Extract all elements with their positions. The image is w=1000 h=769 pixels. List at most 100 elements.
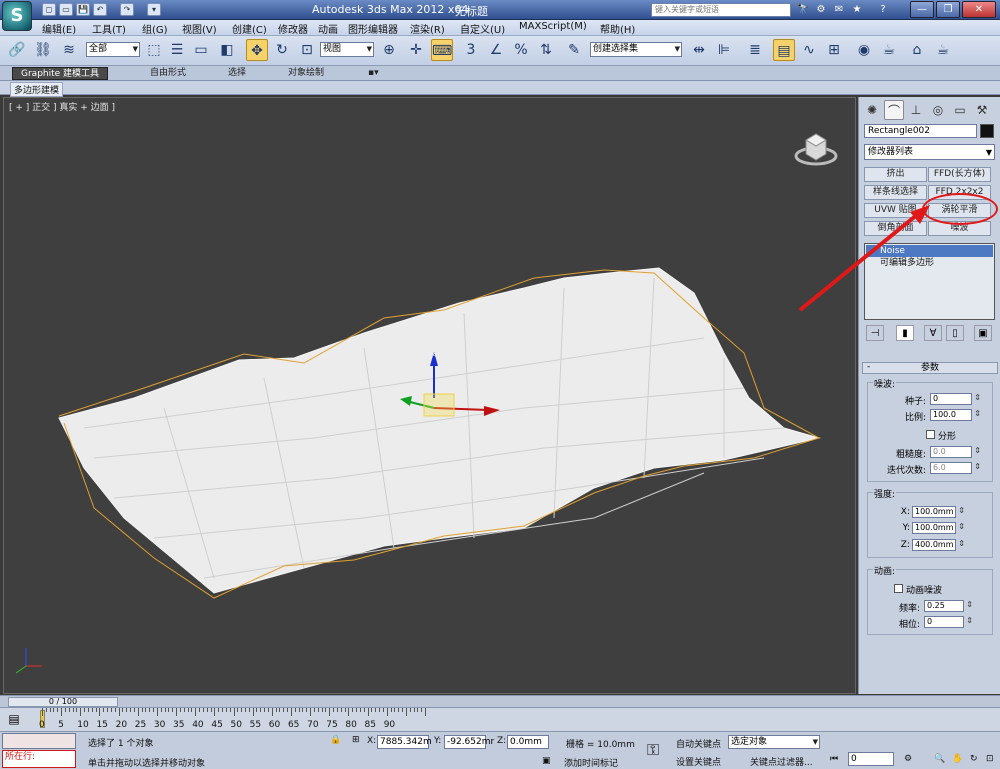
ribbon-options-icon[interactable]: ▪▾ xyxy=(360,67,387,80)
select-and-rotate-icon[interactable]: ↻ xyxy=(271,39,293,61)
z-coord-field[interactable]: 0.0mm xyxy=(507,735,549,749)
pivot-center-icon[interactable]: ⊕ xyxy=(378,39,400,61)
minimize-button[interactable]: — xyxy=(910,1,934,18)
maxscript-listener-field[interactable] xyxy=(2,733,76,749)
x-coord-field[interactable]: 7885.342m xyxy=(377,735,432,749)
noise-plane-mesh[interactable]: z xyxy=(4,98,856,694)
mirror-icon[interactable]: ⇹ xyxy=(688,39,710,61)
tab-selection[interactable]: 选择 xyxy=(220,67,254,80)
material-editor-icon[interactable]: ◉ xyxy=(853,39,875,61)
modifier-extrude-button[interactable]: 挤出 xyxy=(864,167,927,182)
show-end-result-icon[interactable]: ▮ xyxy=(896,325,914,341)
search-input[interactable]: 键入关键字或短语 xyxy=(651,3,791,17)
menu-modifiers[interactable]: 修改器 xyxy=(278,21,308,36)
modifier-spline-select-button[interactable]: 样条线选择 xyxy=(864,185,927,200)
auto-key-button[interactable]: 自动关键点 xyxy=(676,737,721,750)
maximize-viewport-icon[interactable]: ⊡ xyxy=(986,754,994,764)
select-object-icon[interactable]: ⬚ xyxy=(143,39,165,61)
select-and-manipulate-icon[interactable]: ✛ xyxy=(405,39,427,61)
tab-freeform[interactable]: 自由形式 xyxy=(142,67,194,80)
favorites-icon[interactable]: ★ xyxy=(850,3,864,16)
time-config-icon[interactable]: ⚙ xyxy=(904,754,912,764)
menu-maxscript[interactable]: MAXScript(M) xyxy=(519,21,587,32)
angle-snap-icon[interactable]: ∠ xyxy=(485,39,507,61)
restore-button[interactable]: ❐ xyxy=(936,1,960,18)
quick-access-dropdown-icon[interactable]: ▾ xyxy=(147,3,161,16)
menu-help[interactable]: 帮助(H) xyxy=(600,21,635,36)
y-coord-field[interactable]: -92.652mr xyxy=(444,735,494,749)
save-file-icon[interactable]: 💾 xyxy=(76,3,90,16)
utilities-tab-icon[interactable]: ⚒ xyxy=(972,100,992,120)
keyboard-shortcut-override-icon[interactable]: ⌨ xyxy=(431,39,453,61)
current-mode-field[interactable]: 所在行: xyxy=(2,750,76,768)
menu-create[interactable]: 创建(C) xyxy=(232,21,267,36)
binoculars-icon[interactable]: 🔭 xyxy=(796,3,810,16)
undo-icon[interactable]: ↶ xyxy=(93,3,107,16)
app-logo-button[interactable]: S xyxy=(2,1,32,31)
redo-icon[interactable]: ↷ xyxy=(120,3,134,16)
rendered-frame-icon[interactable]: ⌂ xyxy=(906,39,928,61)
edit-named-selection-icon[interactable]: ✎ xyxy=(563,39,585,61)
polygon-modeling-panel[interactable]: 多边形建模 xyxy=(10,82,64,97)
remove-modifier-icon[interactable]: ▯ xyxy=(946,325,964,341)
create-tab-icon[interactable]: ✺ xyxy=(862,100,882,120)
strength-x-spinner[interactable]: 100.0mm xyxy=(912,506,965,518)
frequency-spinner[interactable]: 0.25 xyxy=(924,600,973,612)
key-object-dropdown[interactable]: 选定对象 xyxy=(728,735,820,749)
make-unique-icon[interactable]: ∀ xyxy=(924,325,942,341)
time-slider[interactable]: 0 / 100 xyxy=(0,695,1000,707)
reference-coordinate-dropdown[interactable]: 视图 xyxy=(320,42,374,57)
object-name-field[interactable]: Rectangle002 xyxy=(864,124,977,138)
align-icon[interactable]: ⊫ xyxy=(713,39,735,61)
strength-z-spinner[interactable]: 400.0mm xyxy=(912,539,965,551)
named-selection-set-dropdown[interactable]: 创建选择集 xyxy=(590,42,682,57)
set-key-button[interactable]: 设置关键点 xyxy=(676,755,721,768)
animate-noise-checkbox[interactable] xyxy=(894,584,903,593)
unlink-icon[interactable]: ⛓ xyxy=(32,39,54,61)
scale-spinner[interactable]: 100.0 xyxy=(930,409,981,421)
menu-animation[interactable]: 动画 xyxy=(318,21,338,36)
menu-graph-editors[interactable]: 图形编辑器 xyxy=(348,21,398,36)
configure-modifier-sets-icon[interactable]: ▣ xyxy=(974,325,992,341)
display-tab-icon[interactable]: ▭ xyxy=(950,100,970,120)
bind-space-warp-icon[interactable]: ≋ xyxy=(58,39,80,61)
current-frame-field[interactable]: 0 xyxy=(848,752,894,766)
time-slider-thumb[interactable]: 0 / 100 xyxy=(8,697,118,707)
layer-manager-icon[interactable]: ≣ xyxy=(744,39,766,61)
motion-tab-icon[interactable]: ◎ xyxy=(928,100,948,120)
seed-spinner[interactable]: 0 xyxy=(930,393,981,405)
select-and-scale-icon[interactable]: ⊡ xyxy=(296,39,318,61)
snaps-toggle-icon[interactable]: 3 xyxy=(460,39,482,61)
tools-icon[interactable]: ⚙ xyxy=(814,3,828,16)
menu-customize[interactable]: 自定义(U) xyxy=(460,21,505,36)
viewcube-widget[interactable] xyxy=(794,128,838,168)
fractal-checkbox[interactable] xyxy=(926,430,935,439)
phase-spinner[interactable]: 0 xyxy=(924,616,973,628)
menu-tools[interactable]: 工具(T) xyxy=(92,21,126,36)
spinner-snap-icon[interactable]: ⇅ xyxy=(535,39,557,61)
menu-edit[interactable]: 编辑(E) xyxy=(42,21,76,36)
track-bar[interactable]: ▤ 0 5 10 15 20 25 30 35 40 45 50 55 60 65 70 75 80 85 90 xyxy=(0,707,1000,731)
perspective-viewport[interactable]: [ + ] 正交 ] 真实 + 边面 ] z xyxy=(3,97,856,694)
graphite-toggle-icon[interactable]: ▤ xyxy=(773,39,795,61)
hierarchy-tab-icon[interactable]: ⊥ xyxy=(906,100,926,120)
absolute-mode-icon[interactable]: ⊞ xyxy=(352,735,360,745)
curve-editor-icon[interactable]: ∿ xyxy=(798,39,820,61)
menu-views[interactable]: 视图(V) xyxy=(182,21,217,36)
parameters-rollout-header[interactable]: - 参数 xyxy=(862,362,998,374)
roughness-spinner[interactable]: 0.0 xyxy=(930,446,981,458)
menu-rendering[interactable]: 渲染(R) xyxy=(410,21,445,36)
object-color-swatch[interactable] xyxy=(980,124,994,138)
help-icon[interactable]: ? xyxy=(876,3,890,16)
modifier-ffd-box-button[interactable]: FFD(长方体) xyxy=(928,167,991,182)
selection-filter-dropdown[interactable]: 全部 xyxy=(86,42,140,57)
menu-group[interactable]: 组(G) xyxy=(142,21,168,36)
lock-selection-icon[interactable]: 🔒 xyxy=(330,735,341,745)
new-file-icon[interactable]: ◻ xyxy=(42,3,56,16)
window-crossing-icon[interactable]: ◧ xyxy=(216,39,238,61)
iterations-spinner[interactable]: 6.0 xyxy=(930,462,981,474)
communication-icon[interactable]: ✉ xyxy=(832,3,846,16)
time-tag-icon[interactable]: ▣ xyxy=(542,756,551,766)
strength-y-spinner[interactable]: 100.0mm xyxy=(912,522,965,534)
pan-view-icon[interactable]: ✋ xyxy=(952,754,963,764)
